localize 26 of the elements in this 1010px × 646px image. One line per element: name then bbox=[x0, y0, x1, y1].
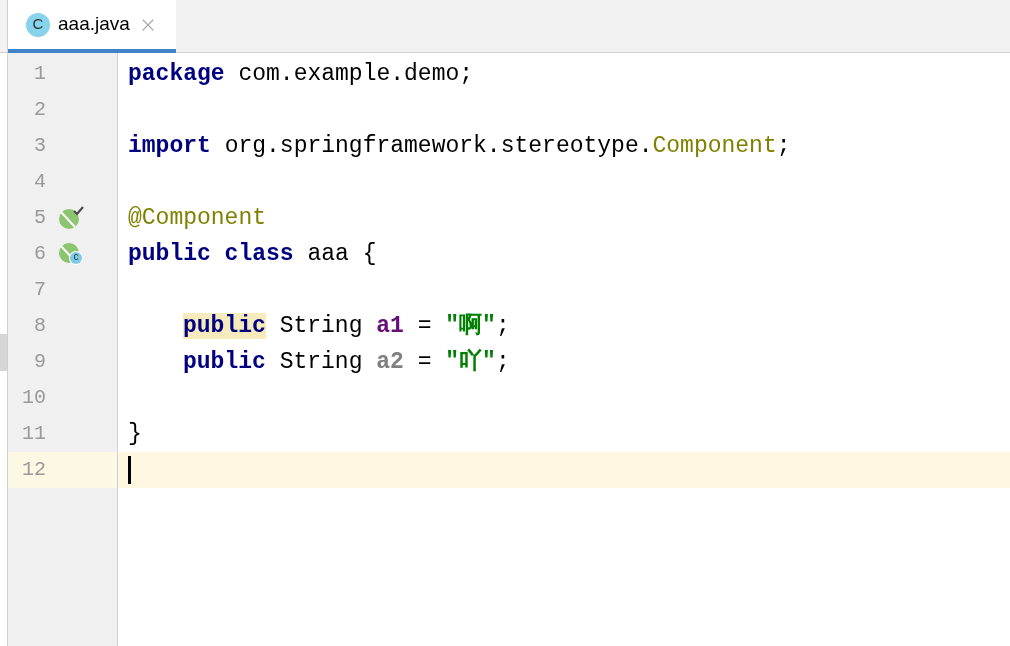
line-number: 8 bbox=[33, 313, 46, 339]
line-number: 6 bbox=[33, 241, 46, 267]
line-number: 1 bbox=[33, 61, 46, 87]
code-line: public class aaa { bbox=[128, 239, 377, 269]
line-number: 11 bbox=[21, 421, 46, 447]
code-line: } bbox=[128, 419, 142, 449]
editor-tab[interactable]: C aaa.java bbox=[8, 0, 176, 53]
code-line: import org.springframework.stereotype.Component; bbox=[128, 131, 791, 161]
code-line: package com.example.demo; bbox=[128, 59, 474, 89]
line-number: 3 bbox=[33, 133, 46, 159]
code-line: public String a2 = "吖"; bbox=[182, 347, 510, 377]
line-number: 9 bbox=[33, 349, 46, 375]
line-number: 12 bbox=[21, 457, 46, 483]
bean-class-icon[interactable] bbox=[58, 242, 84, 266]
line-number: 10 bbox=[21, 385, 46, 411]
bean-check-icon[interactable] bbox=[58, 206, 84, 230]
text-cursor bbox=[128, 456, 131, 484]
code-line: @Component bbox=[128, 203, 267, 233]
class-badge-letter: c bbox=[72, 250, 80, 264]
tab-title: aaa.java bbox=[58, 12, 130, 37]
line-number: 2 bbox=[33, 97, 46, 123]
line-number: 7 bbox=[33, 277, 46, 303]
class-file-icon: C bbox=[26, 12, 50, 37]
line-number: 4 bbox=[33, 169, 46, 195]
code-line: public String a1 = "啊"; bbox=[182, 311, 510, 341]
line-number: 5 bbox=[33, 205, 46, 231]
